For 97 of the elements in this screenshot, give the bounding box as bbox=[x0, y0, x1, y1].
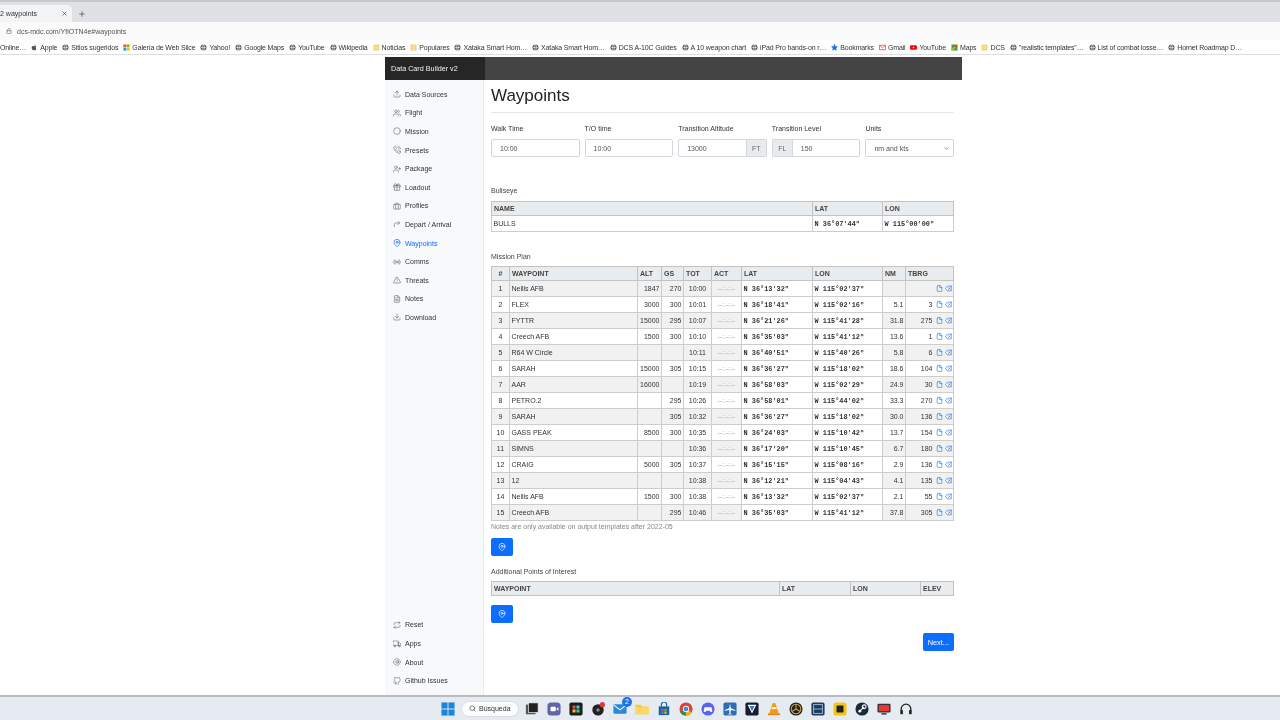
folder-icon bbox=[410, 43, 418, 51]
app-tile-icon[interactable] bbox=[811, 701, 825, 716]
map-pin-icon bbox=[498, 610, 506, 618]
circle-icon bbox=[393, 127, 401, 136]
envelope-icon bbox=[878, 43, 886, 51]
triangle-tile-icon[interactable] bbox=[745, 701, 759, 716]
tricolor-circle-icon[interactable] bbox=[679, 701, 693, 716]
gift-icon bbox=[393, 183, 401, 192]
document-icon[interactable] bbox=[935, 381, 943, 388]
document-icon[interactable] bbox=[935, 317, 943, 324]
backspace-icon[interactable] bbox=[944, 509, 952, 516]
globe-icon bbox=[1088, 43, 1096, 51]
document-icon[interactable] bbox=[935, 365, 943, 372]
map-pin-icon bbox=[393, 239, 401, 248]
corner-arrow-icon bbox=[393, 220, 401, 229]
search-icon bbox=[469, 705, 476, 712]
tiles-icon bbox=[123, 43, 131, 51]
globe-icon bbox=[1009, 43, 1017, 51]
windows-logo-icon[interactable] bbox=[441, 701, 455, 716]
backspace-icon[interactable] bbox=[944, 477, 952, 484]
apple-icon bbox=[31, 43, 39, 51]
backspace-icon[interactable] bbox=[944, 461, 952, 468]
backspace-icon[interactable] bbox=[944, 381, 952, 388]
globe-icon bbox=[532, 43, 540, 51]
traffic-cone-icon[interactable] bbox=[767, 701, 781, 716]
document-icon[interactable] bbox=[935, 429, 943, 436]
lock-icon bbox=[6, 28, 12, 34]
square-tile-icon[interactable] bbox=[833, 701, 847, 716]
repeat-icon bbox=[393, 620, 401, 629]
backspace-icon[interactable] bbox=[944, 397, 952, 404]
warning-icon bbox=[393, 276, 401, 285]
globe-icon bbox=[609, 43, 617, 51]
round-badge-icon[interactable] bbox=[855, 701, 869, 716]
document-icon[interactable] bbox=[935, 477, 943, 484]
window-stack-icon[interactable] bbox=[525, 701, 539, 716]
globe-icon bbox=[200, 43, 208, 51]
cat-logo-icon bbox=[393, 676, 401, 685]
users-icon bbox=[393, 108, 401, 117]
monitor-icon[interactable] bbox=[877, 701, 891, 716]
user-plus-icon bbox=[393, 164, 401, 173]
document-icon bbox=[393, 294, 401, 303]
document-icon[interactable] bbox=[935, 493, 943, 500]
map-pin-icon bbox=[498, 543, 506, 551]
disc-icon[interactable] bbox=[591, 701, 605, 716]
backspace-icon[interactable] bbox=[944, 445, 952, 452]
at-sign-icon bbox=[393, 658, 401, 667]
globe-icon bbox=[329, 43, 337, 51]
color-grid-icon[interactable] bbox=[569, 701, 583, 716]
backspace-icon[interactable] bbox=[944, 429, 952, 436]
document-icon[interactable] bbox=[935, 509, 943, 516]
phone-icon bbox=[393, 146, 401, 155]
map-pin-button[interactable] bbox=[491, 605, 513, 623]
globe-icon bbox=[289, 43, 297, 51]
backspace-icon[interactable] bbox=[944, 413, 952, 420]
document-icon[interactable] bbox=[935, 461, 943, 468]
close-icon[interactable] bbox=[61, 10, 68, 17]
document-icon[interactable] bbox=[935, 333, 943, 340]
globe-icon bbox=[235, 43, 243, 51]
star-icon bbox=[831, 43, 839, 51]
folder-icon bbox=[981, 43, 989, 51]
map-pin-button[interactable] bbox=[491, 538, 513, 556]
document-icon[interactable] bbox=[935, 301, 943, 308]
briefcase-icon bbox=[393, 201, 401, 210]
document-icon[interactable] bbox=[935, 413, 943, 420]
backspace-icon[interactable] bbox=[944, 317, 952, 324]
backspace-icon[interactable] bbox=[944, 365, 952, 372]
headset-icon[interactable] bbox=[899, 701, 913, 716]
upload-icon bbox=[393, 90, 401, 99]
document-icon[interactable] bbox=[935, 349, 943, 356]
plus-icon[interactable] bbox=[78, 9, 86, 18]
play-icon bbox=[910, 43, 918, 51]
radio-icon bbox=[393, 257, 401, 266]
backspace-icon[interactable] bbox=[944, 284, 952, 292]
backspace-icon[interactable] bbox=[944, 349, 952, 356]
chevron-down-icon bbox=[943, 144, 950, 152]
mail-icon[interactable] bbox=[613, 701, 627, 716]
backspace-icon[interactable] bbox=[944, 333, 952, 340]
globe-icon bbox=[681, 43, 689, 51]
shopping-bag-icon[interactable] bbox=[657, 701, 671, 716]
folder-icon bbox=[372, 43, 380, 51]
game-controller-icon[interactable] bbox=[701, 701, 715, 716]
document-icon[interactable] bbox=[935, 397, 943, 404]
globe-icon bbox=[454, 43, 462, 51]
truck-icon bbox=[393, 639, 401, 648]
globe-icon bbox=[751, 43, 758, 51]
document-icon[interactable] bbox=[935, 284, 943, 292]
document-icon[interactable] bbox=[935, 445, 943, 452]
emblem-circle-icon[interactable] bbox=[789, 701, 803, 716]
jet-icon[interactable] bbox=[723, 701, 737, 716]
backspace-icon[interactable] bbox=[944, 493, 952, 500]
download-icon bbox=[393, 313, 401, 322]
globe-icon bbox=[62, 43, 70, 51]
globe-icon bbox=[1168, 43, 1176, 51]
video-chat-icon[interactable] bbox=[547, 701, 561, 716]
page-title: Waypoints bbox=[491, 86, 570, 106]
map-icon bbox=[950, 43, 958, 51]
backspace-icon[interactable] bbox=[944, 301, 952, 308]
